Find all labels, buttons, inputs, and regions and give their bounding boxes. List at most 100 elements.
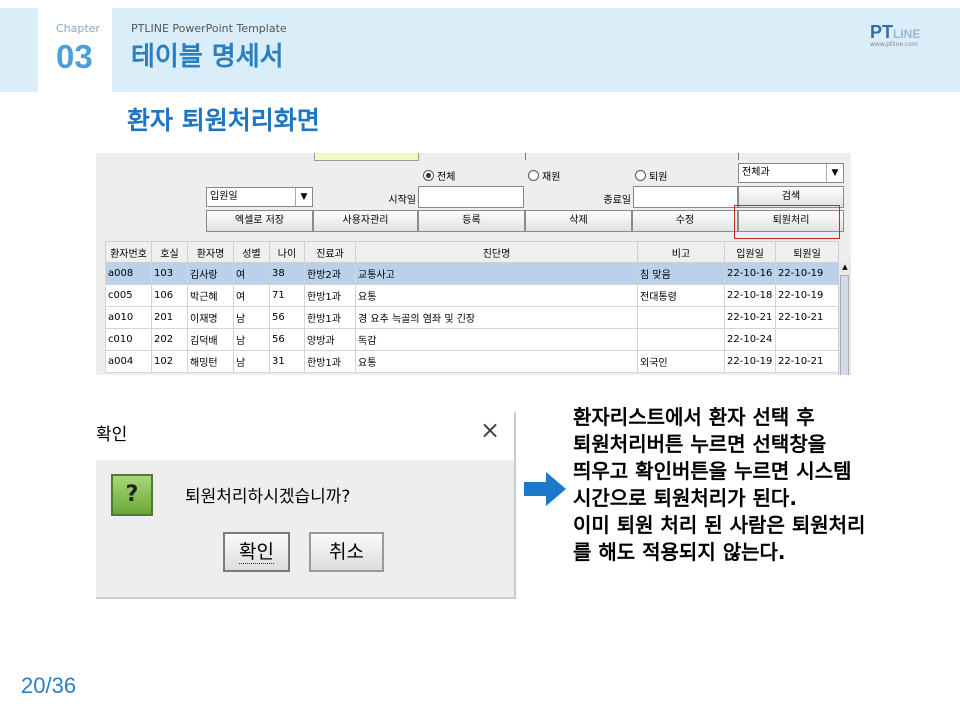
table-cell: 22-10-21	[775, 306, 839, 329]
table-cell: 한방2과	[304, 262, 356, 285]
close-icon[interactable]: ×	[480, 416, 500, 444]
table-cell: 김덕배	[187, 328, 234, 351]
column-header[interactable]: 진단명	[355, 241, 638, 263]
column-header[interactable]: 퇴원일	[775, 241, 839, 263]
column-header[interactable]: 환자명	[187, 241, 234, 263]
end-date-input[interactable]	[633, 186, 738, 208]
table-cell: 외국인	[637, 350, 725, 373]
radio-label: 퇴원	[649, 172, 668, 183]
column-header[interactable]: 환자번호	[105, 241, 152, 263]
end-date-label: 종료일	[603, 195, 631, 206]
dropdown-arrow-icon[interactable]: ▼	[295, 188, 312, 206]
logo-line: LINE	[893, 27, 921, 41]
radio-label: 재원	[542, 172, 561, 183]
table-row[interactable]: a008 103 김사랑 여 38 한방2과 교통사고 침 맞음 22-10-1…	[105, 262, 839, 285]
column-header[interactable]: 입원일	[724, 241, 776, 263]
patient-table: 환자번호 호실 환자명 성별 나이 진료과 진단명 비고 입원일 퇴원일 a00…	[105, 241, 839, 373]
table-cell: 22-10-16	[724, 262, 776, 285]
table-cell	[637, 328, 725, 351]
column-header[interactable]: 성별	[233, 241, 270, 263]
table-cell: 22-10-24	[724, 328, 776, 351]
table-cell: 여	[233, 262, 270, 285]
column-header[interactable]: 호실	[151, 241, 188, 263]
radio-dot	[528, 170, 539, 181]
table-cell: 22-10-19	[775, 262, 839, 285]
table-cell: c005	[105, 284, 152, 307]
table-row[interactable]: a010 201 이재명 남 56 한방1과 경 요추 늑골의 염좌 및 긴장 …	[105, 306, 839, 329]
table-cell: 남	[233, 328, 270, 351]
radio-discharged[interactable]: 퇴원	[635, 168, 667, 183]
register-button[interactable]: 등록	[418, 210, 525, 232]
table-cell: 양방과	[304, 328, 356, 351]
table-cell: a004	[105, 350, 152, 373]
question-icon: ?	[111, 474, 153, 516]
table-cell: 102	[151, 350, 188, 373]
table-cell: a008	[105, 262, 152, 285]
edit-button[interactable]: 수정	[632, 210, 738, 232]
table-row[interactable]: c005 106 박근혜 여 71 한방1과 요통 전대통령 22-10-18 …	[105, 284, 839, 307]
department-select-value: 전체과	[742, 167, 770, 178]
description-line: 띄우고 확인버튼을 누르면 시스템	[573, 459, 852, 483]
table-cell: 요통	[355, 284, 638, 307]
description-line: 환자리스트에서 환자 선택 후	[573, 405, 815, 429]
app-window: 전체 재원 퇴원 전체과 ▼ 입원일 ▼ 시작일 종료일 검색 엑셀로 저장 사…	[96, 153, 851, 375]
table-cell: 22-10-21	[724, 306, 776, 329]
table-cell: 한방1과	[304, 306, 356, 329]
table-cell: 22-10-19	[724, 350, 776, 373]
column-header[interactable]: 나이	[269, 241, 305, 263]
table-cell: 22-10-21	[775, 350, 839, 373]
cut-toolbar-button[interactable]	[314, 153, 419, 161]
table-cell	[775, 328, 839, 351]
table-cell: 56	[269, 328, 305, 351]
scroll-up-icon[interactable]: ▲	[839, 261, 851, 273]
radio-dot	[423, 170, 434, 181]
description-line: 이미 퇴원 처리 된 사람은 퇴원처리	[573, 513, 866, 537]
column-header[interactable]: 진료과	[304, 241, 356, 263]
right-arrow-icon	[524, 472, 566, 506]
table-cell: 독감	[355, 328, 638, 351]
table-cell: 한방1과	[304, 284, 356, 307]
start-date-label: 시작일	[388, 195, 416, 206]
logo-sub: www.ptline.com	[870, 41, 918, 48]
radio-inpatient[interactable]: 재원	[528, 168, 560, 183]
table-cell: 남	[233, 306, 270, 329]
table-cell: 침 맞음	[637, 262, 725, 285]
table-cell: 106	[151, 284, 188, 307]
description-line: 시간으로 퇴원처리가 된다.	[573, 486, 797, 510]
table-cell: 202	[151, 328, 188, 351]
table-cell: 전대통령	[637, 284, 725, 307]
radio-dot	[635, 170, 646, 181]
table-scrollbar[interactable]: ▲	[838, 261, 851, 375]
confirm-dialog: 확인 × ? 퇴원처리하시겠습니까? 확인 취소	[96, 412, 516, 599]
divider	[525, 153, 526, 160]
highlight-box	[734, 205, 840, 239]
dialog-message: 퇴원처리하시겠습니까?	[185, 487, 351, 507]
table-cell: 22-10-18	[724, 284, 776, 307]
table-cell: 31	[269, 350, 305, 373]
date-type-select[interactable]: 입원일 ▼	[206, 187, 313, 207]
table-cell	[637, 306, 725, 329]
department-select[interactable]: 전체과 ▼	[738, 163, 844, 183]
divider	[738, 153, 739, 160]
ok-button[interactable]: 확인	[223, 532, 290, 572]
column-header[interactable]: 비고	[637, 241, 725, 263]
chapter-label: Chapter	[56, 22, 100, 35]
description-line: 퇴원처리버튼 누르면 선택창을	[573, 432, 827, 456]
table-row[interactable]: c010 202 김덕배 남 56 양방과 독감 22-10-24	[105, 328, 839, 351]
table-row[interactable]: a004 102 해밍턴 남 31 한방1과 요통 외국인 22-10-19 2…	[105, 350, 839, 373]
section-title: 환자 퇴원처리화면	[127, 106, 320, 135]
ok-button-label: 확인	[239, 541, 274, 564]
description-line: 를 해도 적용되지 않는다.	[573, 540, 786, 564]
cancel-button[interactable]: 취소	[309, 532, 384, 572]
radio-label: 전체	[437, 172, 456, 183]
radio-all[interactable]: 전체	[423, 168, 455, 183]
scrollbar-thumb[interactable]	[840, 275, 849, 375]
dropdown-arrow-icon[interactable]: ▼	[826, 164, 843, 182]
start-date-input[interactable]	[418, 186, 524, 208]
table-cell: 경 요추 늑골의 염좌 및 긴장	[355, 306, 638, 329]
delete-button[interactable]: 삭제	[525, 210, 632, 232]
table-cell: 56	[269, 306, 305, 329]
export-excel-button[interactable]: 엑셀로 저장	[206, 210, 313, 232]
table-cell: 이재명	[187, 306, 234, 329]
user-management-button[interactable]: 사용자관리	[313, 210, 418, 232]
